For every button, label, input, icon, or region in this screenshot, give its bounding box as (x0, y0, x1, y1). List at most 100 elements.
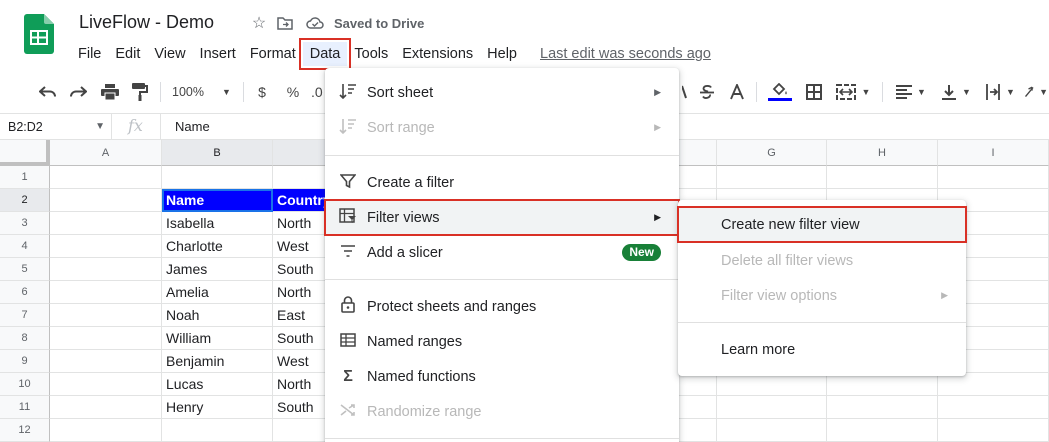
submenu-item-learn-more[interactable]: Learn more (678, 332, 966, 367)
grid-cell[interactable] (679, 166, 717, 189)
grid-cell[interactable] (938, 166, 1049, 189)
row-header[interactable]: 8 (0, 327, 50, 350)
merge-cells-icon[interactable]: ▼ (833, 80, 873, 104)
table-cell[interactable]: James (162, 258, 273, 281)
grid-cell[interactable] (50, 373, 162, 396)
table-cell[interactable]: South (273, 327, 327, 350)
menu-tools[interactable]: Tools (347, 42, 395, 66)
table-cell[interactable]: West (273, 350, 327, 373)
grid-cell[interactable] (679, 396, 717, 419)
table-header-cell[interactable]: Country (273, 189, 327, 212)
formula-input[interactable]: Name (160, 114, 210, 140)
table-cell[interactable]: Henry (162, 396, 273, 419)
grid-cell[interactable] (273, 419, 327, 442)
grid-cell[interactable] (50, 350, 162, 373)
column-header-a[interactable]: A (50, 140, 162, 166)
row-header[interactable]: 7 (0, 304, 50, 327)
fill-color-icon[interactable] (767, 80, 793, 104)
table-cell[interactable]: William (162, 327, 273, 350)
grid-cell[interactable] (938, 396, 1049, 419)
menu-item-randomize-range[interactable]: Randomize range (325, 394, 679, 429)
menu-insert[interactable]: Insert (193, 42, 243, 66)
column-header-g[interactable]: G (717, 140, 827, 166)
menu-extensions[interactable]: Extensions (395, 42, 480, 66)
grid-cell[interactable] (679, 419, 717, 442)
grid-cell[interactable] (717, 373, 827, 396)
grid-cell[interactable] (50, 189, 162, 212)
menu-item-named-ranges[interactable]: Named ranges (325, 324, 679, 359)
column-header-c[interactable] (273, 140, 327, 166)
grid-cell[interactable] (50, 212, 162, 235)
submenu-item-create-filter-view[interactable]: Create new filter view (677, 206, 967, 243)
grid-cell[interactable] (50, 419, 162, 442)
grid-cell[interactable] (50, 166, 162, 189)
text-color-icon[interactable] (726, 80, 748, 104)
table-cell[interactable]: Isabella (162, 212, 273, 235)
move-folder-icon[interactable] (276, 14, 294, 32)
row-header[interactable]: 11 (0, 396, 50, 419)
zoom-select[interactable]: 100% ▼ (172, 80, 234, 104)
star-icon[interactable]: ☆ (250, 14, 268, 32)
row-header[interactable]: 3 (0, 212, 50, 235)
name-box[interactable]: B2:D2 ▼ (0, 114, 112, 140)
redo-icon[interactable] (66, 80, 90, 104)
text-wrapping-icon[interactable]: ▼ (982, 80, 1018, 104)
submenu-item-delete-all-filter-views[interactable]: Delete all filter views (678, 243, 966, 278)
grid-cell[interactable] (50, 396, 162, 419)
grid-cell[interactable] (679, 373, 717, 396)
document-title[interactable]: LiveFlow - Demo (79, 12, 214, 33)
submenu-item-filter-view-options[interactable]: Filter view options ▶ (678, 278, 966, 313)
table-cell[interactable]: South (273, 396, 327, 419)
menu-item-named-functions[interactable]: Σ Named functions (325, 359, 679, 394)
menu-item-add-slicer[interactable]: Add a slicer New (325, 235, 679, 270)
grid-cell[interactable] (162, 419, 273, 442)
table-cell[interactable]: Noah (162, 304, 273, 327)
borders-icon[interactable] (803, 80, 825, 104)
table-cell[interactable]: South (273, 258, 327, 281)
row-header[interactable]: 5 (0, 258, 50, 281)
grid-cell[interactable] (50, 258, 162, 281)
table-header-cell[interactable]: Name (162, 189, 273, 212)
horizontal-align-icon[interactable]: ▼ (892, 80, 930, 104)
text-color-edge[interactable] (681, 80, 689, 104)
table-cell[interactable]: Benjamin (162, 350, 273, 373)
grid-cell[interactable] (938, 419, 1049, 442)
currency-format-button[interactable]: $ (252, 80, 272, 104)
paint-format-icon[interactable] (128, 80, 152, 104)
grid-cell[interactable] (50, 235, 162, 258)
row-header[interactable]: 4 (0, 235, 50, 258)
table-cell[interactable]: East (273, 304, 327, 327)
grid-cell[interactable] (717, 396, 827, 419)
menu-help[interactable]: Help (480, 42, 524, 66)
table-cell[interactable]: North (273, 373, 327, 396)
row-header[interactable]: 10 (0, 373, 50, 396)
grid-cell[interactable] (273, 166, 327, 189)
menu-item-filter-views[interactable]: Filter views ▶ (324, 199, 680, 236)
menu-file[interactable]: File (71, 42, 108, 66)
menu-data[interactable]: Data (298, 38, 352, 70)
print-icon[interactable] (98, 80, 122, 104)
table-cell[interactable]: North (273, 281, 327, 304)
undo-icon[interactable] (36, 80, 60, 104)
row-header[interactable]: 1 (0, 166, 50, 189)
percent-format-button[interactable]: % (283, 80, 303, 104)
table-cell[interactable]: Amelia (162, 281, 273, 304)
grid-cell[interactable] (827, 396, 938, 419)
grid-cell[interactable] (717, 419, 827, 442)
column-header-b[interactable]: B (162, 140, 273, 166)
column-header-f[interactable] (679, 140, 717, 166)
grid-cell[interactable] (162, 166, 273, 189)
row-header[interactable]: 6 (0, 281, 50, 304)
table-cell[interactable]: North (273, 212, 327, 235)
column-header-i[interactable]: I (938, 140, 1049, 166)
menu-item-protect-sheets[interactable]: Protect sheets and ranges (325, 289, 679, 324)
decimal-format-button[interactable]: .0 (311, 80, 325, 104)
row-header[interactable]: 2 (0, 189, 50, 212)
menu-item-sort-sheet[interactable]: Sort sheet ▶ (325, 75, 679, 110)
table-cell[interactable]: Charlotte (162, 235, 273, 258)
menu-view[interactable]: View (147, 42, 192, 66)
menu-edit[interactable]: Edit (108, 42, 147, 66)
last-edit-link[interactable]: Last edit was seconds ago (540, 46, 711, 62)
sheets-logo[interactable] (24, 14, 54, 54)
grid-cell[interactable] (50, 327, 162, 350)
